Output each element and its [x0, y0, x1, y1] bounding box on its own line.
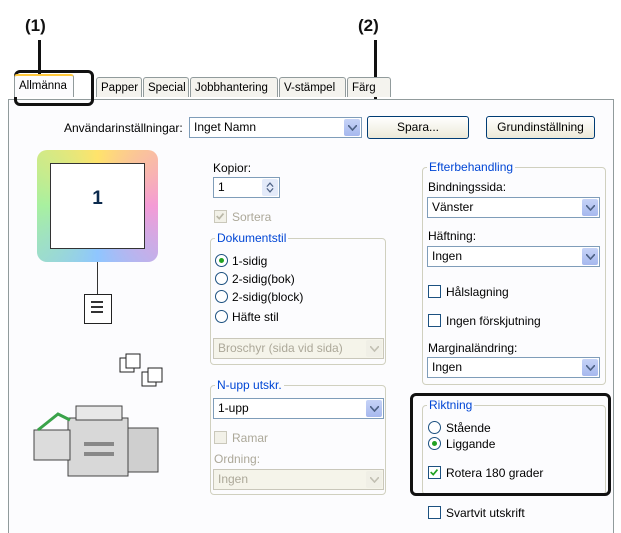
- staple-label: Häftning:: [428, 229, 477, 243]
- tab-special[interactable]: Special: [143, 77, 189, 97]
- margin-label: Marginaländring:: [428, 341, 518, 355]
- order-label: Ordning:: [214, 452, 261, 466]
- punch-label: Hålslagning: [446, 285, 509, 299]
- bw-print-checkbox[interactable]: [428, 506, 441, 519]
- user-settings-value: Inget Namn: [194, 120, 257, 134]
- style-hafte-label: Häfte stil: [232, 310, 279, 324]
- offset-checkbox[interactable]: [428, 314, 441, 327]
- chevron-down-icon: [582, 359, 598, 376]
- chevron-down-icon: [366, 400, 382, 417]
- document-style-title: Dokumentstil: [215, 231, 289, 245]
- style-2-sidig-block-radio[interactable]: [215, 290, 228, 303]
- finishing-title: Efterbehandling: [427, 160, 516, 174]
- radio-selected-dot: [219, 258, 224, 263]
- border-label: Ramar: [232, 431, 269, 445]
- preview-page-number: 1: [92, 188, 103, 209]
- style-hafte-radio[interactable]: [215, 310, 228, 323]
- style-1-sidig-radio[interactable]: [215, 254, 228, 267]
- margin-select[interactable]: Ingen: [427, 357, 600, 378]
- chevron-down-icon: [582, 199, 598, 216]
- nup-select[interactable]: 1-upp: [213, 398, 384, 419]
- chevron-down-icon: [344, 119, 360, 136]
- preview-page: 1: [50, 163, 145, 249]
- collate-label: Sortera: [232, 210, 272, 224]
- nup-title: N-upp utskr.: [215, 378, 284, 392]
- printer-machine-icon: [33, 405, 159, 477]
- preview-connector: [97, 262, 98, 294]
- tab-papper[interactable]: Papper: [96, 77, 142, 97]
- chevron-down-icon: [582, 248, 598, 265]
- page-preview: 1: [37, 150, 158, 262]
- callout-1-label: (1): [25, 16, 46, 35]
- tab-allmanna[interactable]: Allmänna: [14, 74, 74, 97]
- binding-value: Vänster: [432, 200, 474, 214]
- style-2-sidig-bok-radio[interactable]: [215, 272, 228, 285]
- style-2-sidig-block-label: 2-sidig(block): [232, 290, 304, 304]
- booklet-value: Broschyr (sida vid sida): [218, 341, 343, 355]
- binding-label: Bindningssida:: [428, 180, 507, 194]
- offset-label: Ingen förskjutning: [446, 314, 541, 328]
- multiple-pages-icon: [119, 353, 163, 387]
- order-value: Ingen: [218, 472, 249, 486]
- bw-print-label: Svartvit utskrift: [446, 506, 525, 520]
- border-checkbox[interactable]: [214, 431, 227, 444]
- style-1-sidig-label: 1-sidig: [232, 254, 268, 268]
- booklet-select[interactable]: Broschyr (sida vid sida): [213, 338, 384, 359]
- copies-input[interactable]: 1: [213, 177, 280, 198]
- callout-2-label: (2): [358, 16, 379, 35]
- binding-select[interactable]: Vänster: [427, 197, 600, 218]
- user-settings-label: Användarinställningar:: [64, 121, 183, 135]
- collate-checkbox[interactable]: [214, 210, 227, 223]
- tab-v-stampel[interactable]: V-stämpel: [279, 77, 346, 97]
- copies-value: 1: [218, 180, 225, 194]
- chevron-down-icon: [366, 340, 382, 357]
- punch-checkbox[interactable]: [428, 285, 441, 298]
- default-settings-button[interactable]: Grundinställning: [486, 116, 595, 139]
- nup-value: 1-upp: [218, 401, 249, 415]
- staple-value: Ingen: [432, 249, 463, 263]
- order-select[interactable]: Ingen: [213, 469, 384, 490]
- tab-jobbhantering[interactable]: Jobbhantering: [190, 77, 278, 97]
- save-button[interactable]: Spara...: [367, 116, 469, 139]
- tab-farg[interactable]: Färg: [347, 77, 391, 97]
- chevron-down-icon: [366, 471, 382, 488]
- orientation-highlight-box: [410, 393, 611, 496]
- staple-select[interactable]: Ingen: [427, 246, 600, 267]
- spinner-icon[interactable]: [262, 179, 278, 196]
- user-settings-select[interactable]: Inget Namn: [189, 117, 362, 138]
- style-2-sidig-bok-label: 2-sidig(bok): [232, 272, 295, 286]
- document-icon: [84, 294, 112, 324]
- copies-label: Kopior:: [213, 161, 252, 175]
- margin-value: Ingen: [432, 360, 463, 374]
